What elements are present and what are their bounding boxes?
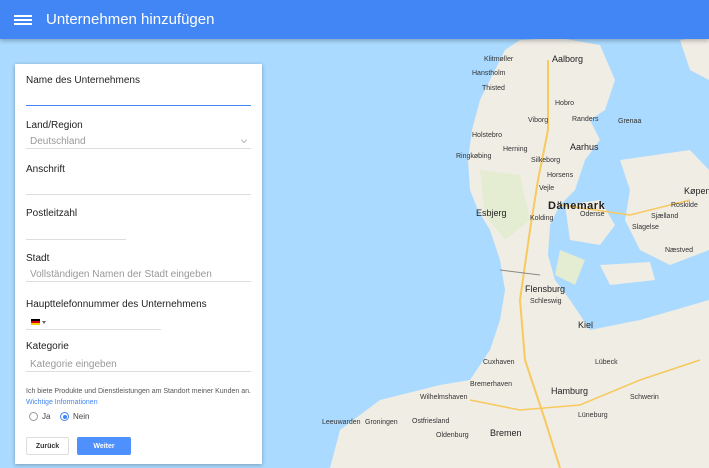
map-label-hobro: Hobro — [555, 100, 575, 107]
phone-input[interactable] — [26, 316, 161, 330]
chevron-down-icon — [241, 137, 247, 143]
map-label-silkeborg: Silkeborg — [531, 157, 561, 164]
map-label-wilhelmshaven: Wilhelmshaven — [420, 394, 468, 401]
category-label: Kategorie — [26, 341, 69, 352]
page-title: Unternehmen hinzufügen — [46, 11, 215, 28]
map-label-viborg: Viborg — [528, 117, 549, 124]
hamburger-menu-icon[interactable] — [13, 13, 33, 27]
map-label-horsens: Horsens — [547, 172, 574, 179]
map-label-herning: Herning — [503, 146, 528, 153]
map-label-slagelse: Slagelse — [632, 224, 659, 231]
country-select[interactable]: Deutschland — [26, 135, 251, 149]
map-label-kiel: Kiel — [578, 320, 594, 330]
map-label-thisted: Thisted — [482, 85, 505, 92]
map-label-kopen: Køpen — [684, 186, 709, 196]
map-label-randers: Randers — [572, 116, 599, 123]
important-info-link[interactable]: Wichtige Informationen — [26, 399, 98, 406]
map-label-lubeck: Lübeck — [595, 359, 618, 366]
zip-label: Postleitzahl — [26, 208, 78, 219]
address-input[interactable] — [26, 181, 251, 195]
next-button[interactable]: Weiter — [77, 437, 131, 455]
business-name-input[interactable] — [26, 92, 251, 106]
map-label-leeuwarden: Leeuwarden — [322, 419, 361, 426]
map-label-aalborg: Aalborg — [552, 54, 584, 64]
map-label-ringkobing: Ringkøbing — [456, 153, 492, 160]
service-area-note: Ich biete Produkte und Dienstleistungen … — [26, 388, 251, 406]
map-label-luneburg: Lüneburg — [578, 412, 608, 419]
map-label-vejle: Vejle — [539, 185, 555, 192]
address-label: Anschrift — [26, 164, 65, 175]
country-label: Land/Region — [26, 120, 83, 131]
radio-yes[interactable]: Ja — [29, 412, 50, 421]
map-label-hanstholm: Hanstholm — [472, 70, 506, 77]
map-label-cuxhaven: Cuxhaven — [483, 359, 515, 366]
map-label-klitmoller: Klitmøller — [484, 56, 514, 63]
map-label-esbjerg: Esbjerg — [476, 208, 507, 218]
map-label-odense: Odense — [580, 211, 605, 218]
map-label-aarhus: Aarhus — [570, 142, 599, 152]
radio-yes-circle[interactable] — [29, 412, 38, 421]
map-label-bremen: Bremen — [490, 428, 522, 438]
zip-input[interactable] — [26, 226, 126, 240]
map-label-schwerin: Schwerin — [630, 394, 659, 401]
radio-no[interactable]: Nein — [60, 412, 89, 421]
map-label-grenaa: Grenaa — [618, 118, 642, 125]
caret-down-icon — [42, 321, 46, 324]
map-label-groningen: Groningen — [365, 419, 398, 426]
map-label-ostfriesland: Ostfriesland — [412, 418, 450, 425]
map-label-sjaelland: Sjælland — [651, 213, 679, 220]
map-label-flensburg: Flensburg — [525, 284, 566, 294]
business-name-label: Name des Unternehmens — [26, 75, 140, 86]
map-label-schleswig: Schleswig — [530, 298, 562, 305]
map-label-kolding: Kolding — [530, 215, 554, 222]
map-label-holstebro: Holstebro — [472, 132, 502, 139]
map-label-roskilde: Roskilde — [671, 202, 698, 209]
city-label: Stadt — [26, 253, 50, 264]
radio-no-circle[interactable] — [60, 412, 69, 421]
category-input[interactable]: Kategorie eingeben — [26, 358, 251, 372]
add-business-form: Name des Unternehmens Land/Region Deutsc… — [15, 64, 262, 464]
map-label-bremerhaven: Bremerhaven — [470, 381, 513, 388]
phone-label: Haupttelefonnummer des Unternehmens — [26, 299, 207, 310]
map-label-hamburg: Hamburg — [551, 386, 589, 396]
app-header: Unternehmen hinzufügen — [0, 0, 709, 39]
city-input[interactable]: Vollständigen Namen der Stadt eingeben — [26, 268, 251, 282]
map-label-naestved: Næstved — [665, 247, 694, 254]
back-button[interactable]: Zurück — [26, 437, 69, 455]
map-label-oldenburg: Oldenburg — [436, 432, 469, 439]
germany-flag-icon[interactable] — [31, 319, 40, 325]
